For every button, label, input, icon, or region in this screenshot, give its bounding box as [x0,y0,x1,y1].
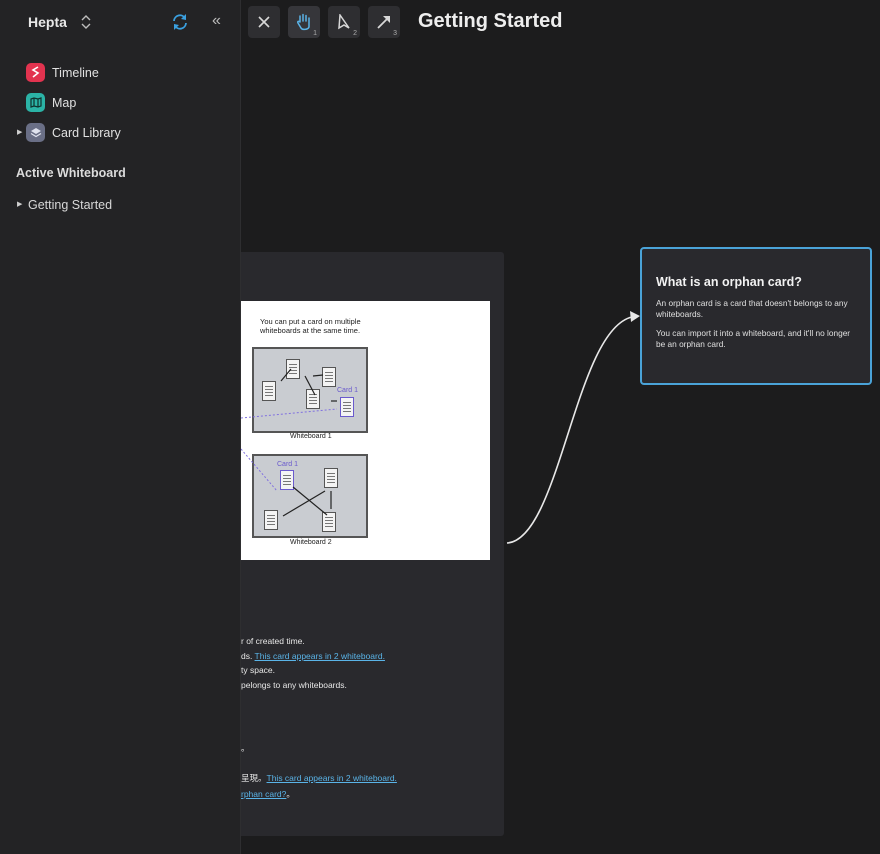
collapse-sidebar-icon[interactable]: « [212,12,221,30]
chevron-up-down-icon [81,15,91,29]
nav-item-map[interactable]: Map [26,93,76,112]
orphan-card-paragraph: You can import it into a whiteboard, and… [656,328,851,349]
page-title: Getting Started [418,10,563,32]
hand-tool-button[interactable]: 1 [288,6,320,38]
map-icon [26,93,45,112]
timeline-icon [26,63,45,82]
nav-label: Map [52,95,77,110]
select-tool-button[interactable]: 2 [328,6,360,38]
expand-triangle-icon[interactable]: ▶ [17,128,22,136]
expand-triangle-icon[interactable]: ▶ [17,200,22,208]
orphan-card-paragraph: An orphan card is a card that doesn't be… [656,298,848,319]
whiteboard-item-getting-started[interactable]: Getting Started [28,198,112,212]
section-title: Active Whiteboard [16,166,126,180]
arrow-tool-button[interactable]: 3 [368,6,400,38]
sidebar: Hepta « Timeline Map ▶ Card Library Acti… [0,0,241,854]
close-icon [258,16,270,28]
orphan-card[interactable]: What is an orphan card? An orphan card i… [640,247,872,385]
hand-icon [297,13,310,31]
nav-label: Timeline [52,65,99,80]
nav-label: Card Library [52,125,121,140]
orphan-card-title: What is an orphan card? [656,275,802,289]
arrow-icon [377,16,390,29]
sync-icon[interactable] [171,13,189,31]
workspace-name: Hepta [28,14,67,30]
close-button[interactable] [248,6,280,38]
nav-item-card-library[interactable]: Card Library [26,123,121,142]
layers-icon [26,123,45,142]
cursor-icon [338,14,350,30]
nav-item-timeline[interactable]: Timeline [26,63,99,82]
workspace-switcher[interactable]: Hepta [28,14,91,30]
